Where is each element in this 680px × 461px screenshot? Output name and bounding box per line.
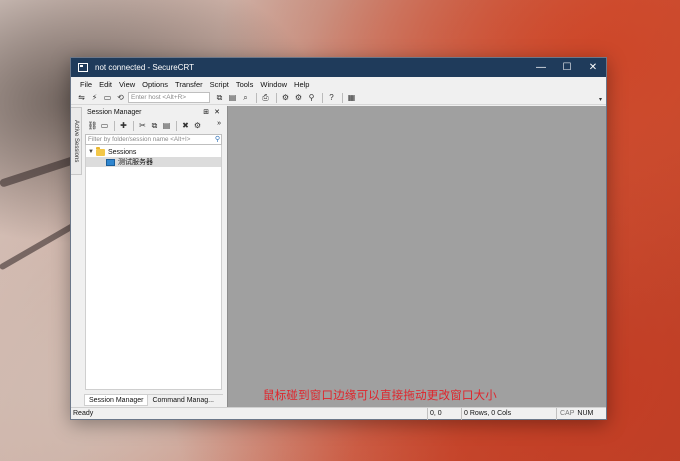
- status-num: NUM: [577, 410, 594, 417]
- session-tree: ▼ Sessions 测试服务器: [85, 145, 222, 390]
- toolbar-divider: [176, 120, 177, 131]
- tab-session-manager[interactable]: Session Manager: [84, 395, 149, 406]
- help-icon[interactable]: ?: [326, 92, 337, 103]
- sftp-icon[interactable]: ▦: [346, 92, 357, 103]
- session-manager-header: Session Manager ⊞ ✕: [84, 106, 223, 118]
- tree-item-sessions[interactable]: ▼ Sessions: [86, 146, 221, 157]
- find-icon[interactable]: ⌕: [240, 92, 251, 103]
- tree-item-session[interactable]: 测试服务器: [86, 157, 221, 167]
- title-bar[interactable]: not connected - SecureCRT — ☐ ✕: [71, 58, 606, 77]
- new-session-icon[interactable]: ✚: [118, 120, 129, 131]
- connect-tab-icon[interactable]: ▭: [102, 92, 113, 103]
- panel-tabs: Session Manager Command Manag...: [84, 394, 223, 406]
- menu-tools[interactable]: Tools: [236, 80, 254, 89]
- menu-script[interactable]: Script: [210, 80, 229, 89]
- session-manager-title: Session Manager: [87, 108, 142, 116]
- status-ready: Ready: [73, 410, 94, 417]
- filter-box: ⚲: [85, 134, 222, 145]
- filter-input[interactable]: [86, 135, 210, 144]
- tree-item-label: Sessions: [108, 148, 137, 156]
- reconnect-icon[interactable]: ⟲: [115, 92, 126, 103]
- app-icon: [78, 63, 88, 72]
- main-toolbar: ⇋ ⚡ ▭ ⟲ ⧉ ▤ ⌕ ⎙ ⚙ ⚙ ⚲ ? ▦ ▾: [71, 91, 606, 105]
- cut-icon[interactable]: ✂: [137, 120, 148, 131]
- wallpaper-stroke: [0, 220, 80, 271]
- window-title: not connected - SecureCRT: [95, 63, 195, 72]
- session-icon: [106, 158, 115, 166]
- terminal-area[interactable]: [227, 106, 606, 407]
- toolbar-overflow-icon[interactable]: ▾: [599, 96, 602, 103]
- status-cap: CAP: [556, 407, 574, 420]
- close-panel-icon[interactable]: ✕: [214, 108, 220, 116]
- session-toolbar: ⛓ ▭ ✚ ✂ ⧉ ▤ ✖ ⚙ »: [84, 118, 223, 133]
- menu-file[interactable]: File: [80, 80, 92, 89]
- folder-icon: [96, 146, 105, 156]
- active-sessions-label: Active Sessions: [73, 119, 79, 163]
- menu-help[interactable]: Help: [294, 80, 309, 89]
- copy-icon[interactable]: ⧉: [149, 120, 160, 131]
- chevron-down-icon[interactable]: ▼: [86, 149, 96, 155]
- session-manager-panel: Session Manager ⊞ ✕ ⛓ ▭ ✚ ✂ ⧉ ▤ ✖ ⚙ » ⚲: [84, 106, 223, 406]
- toolbar-divider: [342, 92, 343, 103]
- menu-options[interactable]: Options: [142, 80, 168, 89]
- securecrt-window[interactable]: not connected - SecureCRT — ☐ ✕ File Edi…: [70, 57, 607, 420]
- keymap-icon[interactable]: ⚲: [306, 92, 317, 103]
- toolbar-divider: [133, 120, 134, 131]
- minimize-button[interactable]: —: [528, 58, 554, 77]
- connect-icon[interactable]: ⇋: [76, 92, 87, 103]
- toolbar-divider: [322, 92, 323, 103]
- copy-icon[interactable]: ⧉: [214, 92, 225, 103]
- status-position: 0, 0: [427, 407, 461, 420]
- paste-icon[interactable]: ▤: [161, 120, 172, 131]
- toolbar-divider: [276, 92, 277, 103]
- annotation-note: 鼠标碰到窗口边缘可以直接拖动更改窗口大小: [263, 388, 497, 402]
- quick-connect-icon[interactable]: ⚡: [89, 92, 100, 103]
- pin-icon[interactable]: ⊞: [203, 108, 209, 116]
- delete-icon[interactable]: ✖: [180, 120, 191, 131]
- toolbar-divider: [114, 120, 115, 131]
- host-input[interactable]: [128, 92, 210, 103]
- print-icon[interactable]: ⎙: [260, 92, 271, 103]
- tab-command-manager[interactable]: Command Manag...: [148, 395, 217, 406]
- tree-item-label: 测试服务器: [118, 159, 153, 166]
- link-icon[interactable]: ⛓: [87, 120, 98, 131]
- toolbar-divider: [256, 92, 257, 103]
- more-tools-icon[interactable]: »: [217, 120, 221, 127]
- maximize-button[interactable]: ☐: [554, 58, 580, 77]
- status-rows-cols: 0 Rows, 0 Cols: [461, 407, 556, 420]
- close-button[interactable]: ✕: [580, 58, 606, 77]
- global-options-icon[interactable]: ⚙: [293, 92, 304, 103]
- menu-window[interactable]: Window: [260, 80, 287, 89]
- menu-transfer[interactable]: Transfer: [175, 80, 203, 89]
- active-sessions-tab[interactable]: Active Sessions: [71, 107, 82, 175]
- status-bar: Ready 0, 0 0 Rows, 0 Cols CAP NUM: [71, 407, 606, 420]
- menu-edit[interactable]: Edit: [99, 80, 112, 89]
- settings-icon[interactable]: ⚙: [280, 92, 291, 103]
- paste-icon[interactable]: ▤: [227, 92, 238, 103]
- menu-bar: File Edit View Options Transfer Script T…: [71, 77, 606, 91]
- search-icon[interactable]: ⚲: [215, 135, 220, 143]
- properties-icon[interactable]: ⚙: [192, 120, 203, 131]
- menu-view[interactable]: View: [119, 80, 135, 89]
- connect-tab-icon[interactable]: ▭: [99, 120, 110, 131]
